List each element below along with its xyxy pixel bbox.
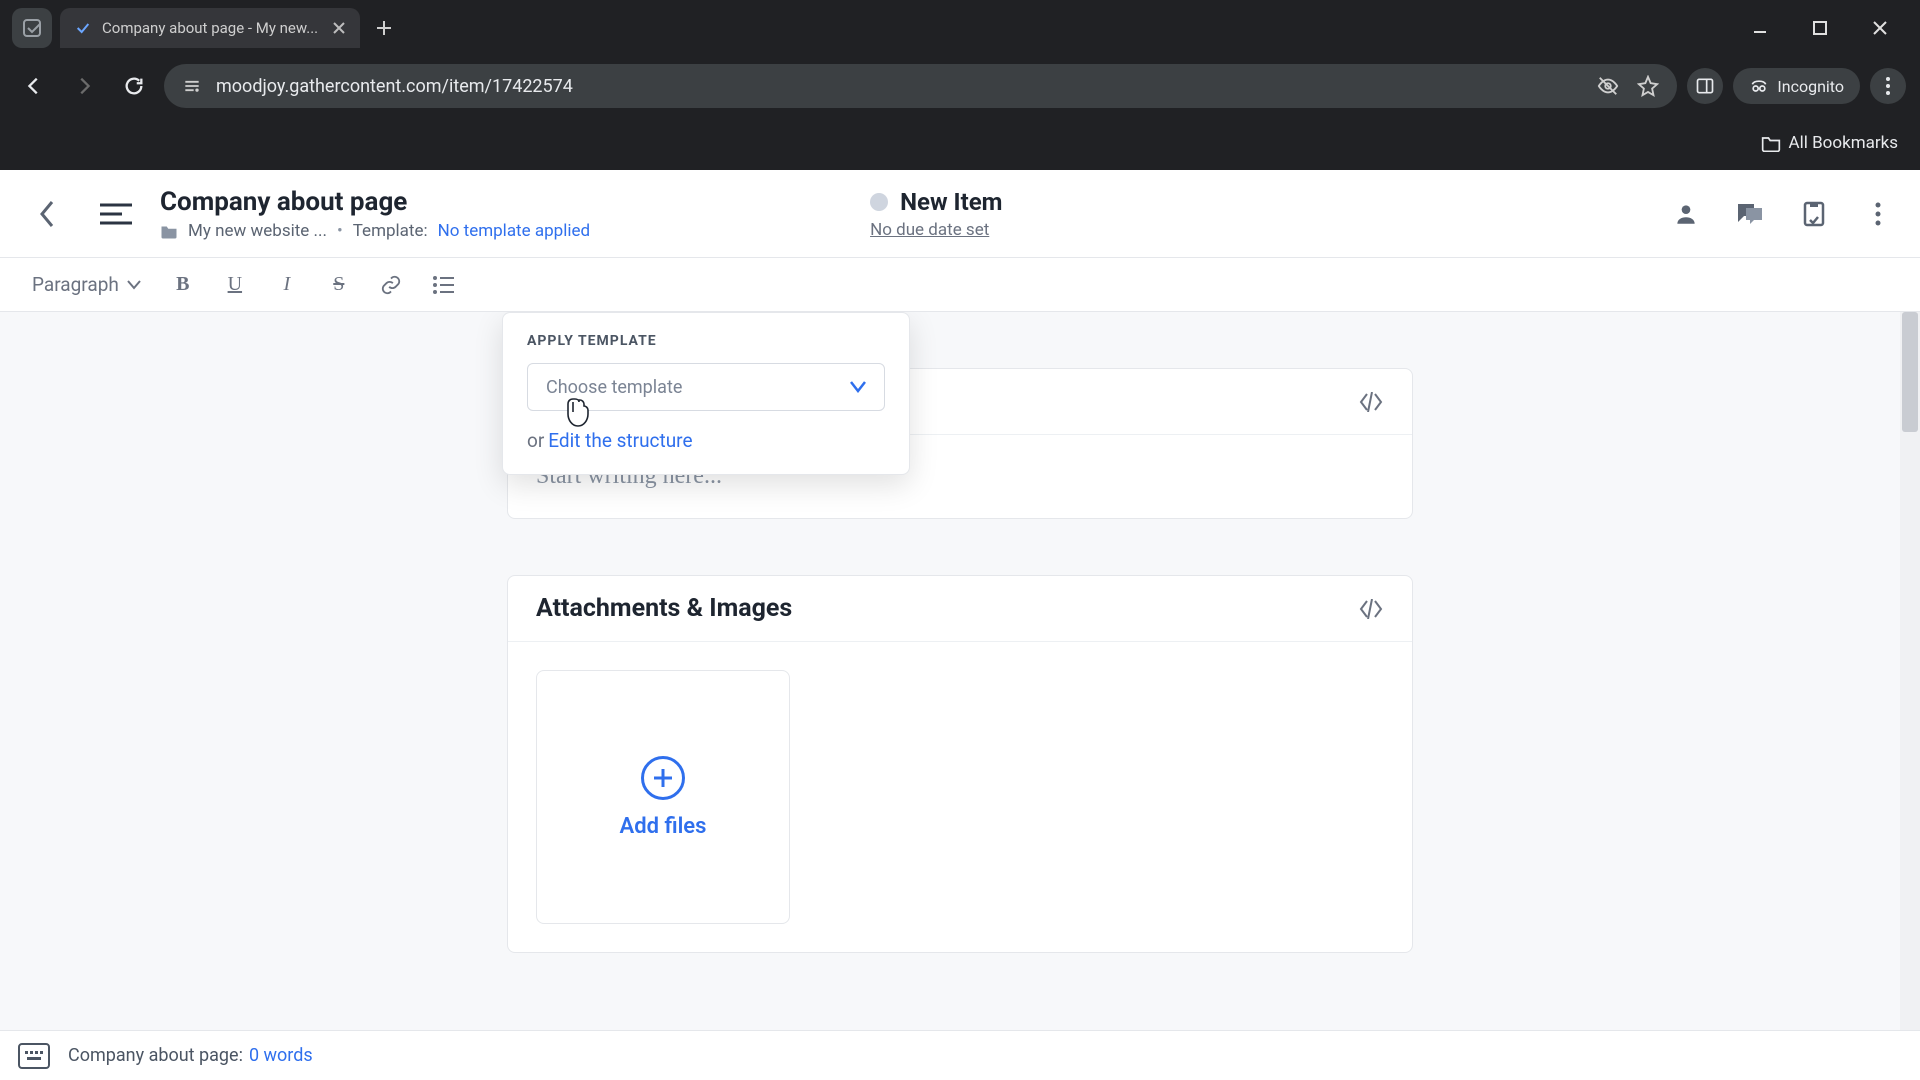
template-label: Template: bbox=[353, 221, 428, 241]
page-title: Company about page bbox=[160, 187, 590, 217]
popover-heading: APPLY TEMPLATE bbox=[527, 333, 885, 349]
popover-or: or bbox=[527, 429, 544, 452]
url-bar[interactable]: moodjoy.gathercontent.com/item/17422574 bbox=[164, 64, 1677, 108]
maximize-button[interactable] bbox=[1804, 12, 1836, 44]
incognito-icon bbox=[1749, 76, 1769, 96]
forward-button[interactable] bbox=[64, 66, 104, 106]
code-icon[interactable] bbox=[1358, 599, 1384, 619]
browser-chrome: Company about page - My new... bbox=[0, 0, 1920, 170]
reload-button[interactable] bbox=[114, 66, 154, 106]
paragraph-select[interactable]: Paragraph bbox=[22, 267, 151, 302]
italic-button[interactable]: I bbox=[267, 265, 307, 305]
breadcrumb: My new website ... • Template: No templa… bbox=[160, 221, 590, 241]
all-bookmarks-button[interactable]: All Bookmarks bbox=[1761, 133, 1898, 153]
chevron-down-icon bbox=[850, 381, 866, 393]
folder-icon bbox=[1761, 134, 1781, 152]
attachments-card: Attachments & Images Add files bbox=[507, 575, 1413, 953]
apply-template-popover: APPLY TEMPLATE Choose template or Edit t… bbox=[502, 312, 910, 475]
incognito-label: Incognito bbox=[1777, 77, 1844, 96]
strike-button[interactable]: S bbox=[319, 265, 359, 305]
scrollbar-thumb[interactable] bbox=[1902, 312, 1918, 432]
edit-structure-link[interactable]: Edit the structure bbox=[548, 429, 692, 452]
paragraph-label: Paragraph bbox=[32, 273, 119, 296]
template-select[interactable]: Choose template bbox=[527, 363, 885, 411]
clipboard-icon[interactable] bbox=[1796, 196, 1832, 232]
side-panel-icon[interactable] bbox=[1687, 68, 1723, 104]
add-files-button[interactable]: Add files bbox=[536, 670, 790, 924]
app-header: Company about page My new website ... • … bbox=[0, 170, 1920, 258]
site-settings-icon[interactable] bbox=[182, 76, 202, 96]
header-center: Company about page My new website ... • … bbox=[160, 187, 590, 241]
canvas: APPLY TEMPLATE Choose template or Edit t… bbox=[0, 312, 1920, 1030]
window-controls bbox=[1744, 12, 1908, 44]
bookmarks-bar: All Bookmarks bbox=[0, 116, 1920, 170]
back-button[interactable] bbox=[14, 66, 54, 106]
kebab-icon[interactable] bbox=[1860, 196, 1896, 232]
new-tab-button[interactable] bbox=[368, 12, 400, 44]
bold-button[interactable]: B bbox=[163, 265, 203, 305]
favicon-icon bbox=[74, 19, 92, 37]
scrollbar[interactable] bbox=[1900, 312, 1920, 1030]
all-bookmarks-label: All Bookmarks bbox=[1789, 133, 1898, 153]
plus-circle-icon bbox=[641, 756, 685, 800]
header-right bbox=[1668, 196, 1896, 232]
address-row: moodjoy.gathercontent.com/item/17422574 … bbox=[0, 56, 1920, 116]
browser-tab[interactable]: Company about page - My new... bbox=[60, 8, 360, 48]
close-icon[interactable] bbox=[332, 21, 346, 35]
status-group: New Item No due date set bbox=[870, 188, 1002, 240]
breadcrumb-project[interactable]: My new website ... bbox=[188, 221, 327, 241]
eye-off-icon[interactable] bbox=[1597, 75, 1619, 97]
code-icon[interactable] bbox=[1358, 392, 1384, 412]
kebab-menu-icon[interactable] bbox=[1870, 68, 1906, 104]
tab-strip: Company about page - My new... bbox=[0, 0, 1920, 56]
person-icon[interactable] bbox=[1668, 196, 1704, 232]
profile-area: Incognito bbox=[1733, 68, 1906, 104]
list-button[interactable] bbox=[423, 265, 463, 305]
status-dot-icon bbox=[870, 193, 888, 211]
app-root: Company about page My new website ... • … bbox=[0, 170, 1920, 1080]
word-count: 0 words bbox=[249, 1045, 313, 1066]
footer: Company about page: 0 words bbox=[0, 1030, 1920, 1080]
back-icon[interactable] bbox=[24, 190, 72, 238]
menu-icon[interactable] bbox=[92, 190, 140, 238]
url-text: moodjoy.gathercontent.com/item/17422574 bbox=[216, 76, 1583, 97]
due-date-link[interactable]: No due date set bbox=[870, 220, 1002, 240]
status-label[interactable]: New Item bbox=[900, 188, 1002, 216]
keyboard-icon[interactable] bbox=[18, 1043, 50, 1069]
tab-title: Company about page - My new... bbox=[102, 19, 322, 37]
bookmark-star-icon[interactable] bbox=[1637, 75, 1659, 97]
template-select-placeholder: Choose template bbox=[546, 377, 682, 398]
underline-button[interactable]: U bbox=[215, 265, 255, 305]
format-toolbar: Paragraph B U I S bbox=[0, 258, 1920, 312]
footer-item-label: Company about page: bbox=[68, 1045, 243, 1066]
attachments-card-title: Attachments & Images bbox=[536, 594, 792, 623]
minimize-button[interactable] bbox=[1744, 12, 1776, 44]
chevron-down-icon bbox=[127, 280, 141, 290]
template-link[interactable]: No template applied bbox=[438, 221, 590, 241]
popover-or-row: or Edit the structure bbox=[527, 429, 885, 452]
incognito-chip[interactable]: Incognito bbox=[1733, 68, 1860, 104]
close-window-button[interactable] bbox=[1864, 12, 1896, 44]
comment-icon[interactable] bbox=[1732, 196, 1768, 232]
separator-dot: • bbox=[337, 221, 343, 241]
app-menu-icon[interactable] bbox=[12, 8, 52, 48]
folder-icon bbox=[160, 223, 178, 239]
add-files-label: Add files bbox=[620, 814, 707, 839]
link-button[interactable] bbox=[371, 265, 411, 305]
